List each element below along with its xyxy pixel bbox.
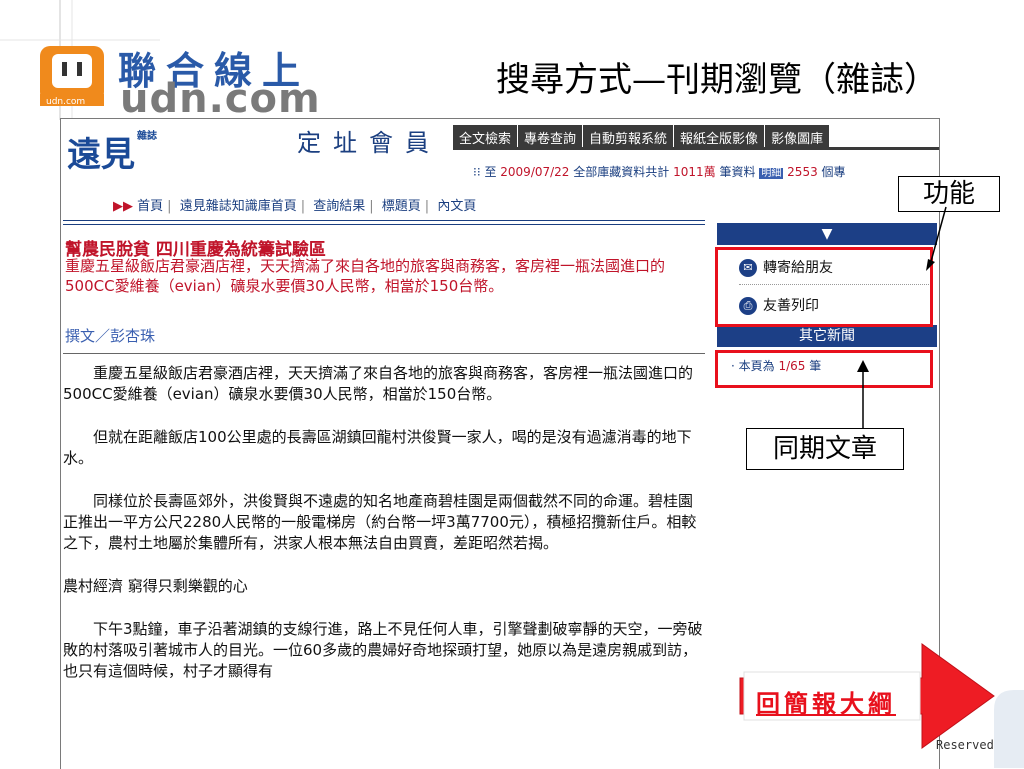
info-suffix: 個專 [821, 165, 846, 179]
breadcrumb-sep: | [369, 199, 374, 214]
callout-arrow-icon [926, 206, 947, 271]
divider [63, 220, 705, 225]
function-highlight-box [715, 247, 933, 327]
breadcrumb: ▶▶ 首頁 | 遠見雜誌知識庫首頁 | 查詢結果 | 標題頁 | 內文頁 [113, 195, 476, 214]
article-paragraph: 但就在距離飯店100公里處的長壽區湖鎮回龍村洪俊賢一家人，喝的是沒有過濾消毒的地… [63, 428, 692, 467]
other-news-header: 其它新聞 [717, 325, 937, 347]
info-date: 2009/07/22 [500, 165, 570, 179]
udn-plug-icon: udn.com [40, 46, 104, 107]
logo-name-en: udn.com [120, 76, 321, 122]
info-prefix: ⁝⁝ 至 [473, 165, 497, 179]
breadcrumb-title-page[interactable]: 標題頁 [382, 199, 421, 214]
nav-underline [453, 147, 939, 150]
logo-badge-text: udn.com [46, 97, 85, 107]
breadcrumb-sep: | [167, 199, 172, 214]
divider [63, 353, 705, 354]
slide-title: 搜尋方式—刊期瀏覽（雜誌） [496, 60, 938, 100]
background-decoration [994, 690, 1024, 768]
info-count2: 2553 [787, 165, 818, 179]
site-logo-text: 遠見 [67, 135, 135, 175]
article-paragraph: 同樣位於長壽區郊外，洪俊賢與不遠處的知名地產商碧桂園是兩個截然不同的命運。碧桂園… [63, 492, 697, 552]
member-label: 定址會員 [297, 129, 441, 157]
udn-logo: udn.com 聯合線上 udn.com [38, 38, 320, 122]
site-logo-small: 雜誌 [137, 131, 157, 142]
article-paragraph: 重慶五星級飯店君豪酒店裡，天天擠滿了來自各地的旅客與商務客，客房裡一瓶法國進口的… [63, 364, 694, 403]
article-subheading: 農村經濟 窮得只剩樂觀的心 [63, 577, 248, 595]
sidebar-toggle[interactable]: ▼ [717, 223, 937, 245]
callout-arrow-icon [857, 360, 869, 428]
article-lead: 重慶五星級飯店君豪酒店裡，天天擠滿了來自各地的旅客與商務客，客房裡一瓶法國進口的… [65, 257, 666, 295]
breadcrumb-sep: | [424, 199, 430, 214]
info-count1: 1011萬 [673, 165, 716, 179]
breadcrumb-sep: | [300, 199, 306, 214]
site-logo[interactable]: 遠見 雜誌 [67, 127, 157, 176]
callout-same-issue: 同期文章 [746, 428, 904, 470]
info-mid: 全部庫藏資料共計 [573, 165, 670, 179]
breadcrumb-content-page: 內文頁 [437, 199, 477, 214]
article-author: 撰文／彭杏珠 [65, 327, 156, 345]
article-body: 重慶五星級飯店君豪酒店裡，天天擠滿了來自各地的旅客與商務客，客房裡一瓶法國進口的… [63, 363, 705, 704]
info-mid2: 筆資料 [719, 165, 756, 179]
same-issue-highlight-box [715, 350, 933, 388]
back-to-outline-button[interactable]: 回簡報大綱 [756, 684, 896, 719]
breadcrumb-arrow-icon: ▶▶ [113, 199, 133, 214]
breadcrumb-kb-home[interactable]: 遠見雜誌知識庫首頁 [180, 199, 297, 214]
archive-info: ⁝⁝ 至 2009/07/22 全部庫藏資料共計 1011萬 筆資料 明細 25… [473, 163, 846, 180]
breadcrumb-home[interactable]: 首頁 [137, 199, 163, 214]
info-detail-badge[interactable]: 明細 [759, 168, 784, 179]
breadcrumb-results[interactable]: 查詢結果 [313, 199, 365, 214]
article-paragraph: 下午3點鐘，車子沿著湖鎮的支線行進，路上不見任何人車，引擎聲劃破寧靜的天空，一旁… [63, 620, 703, 680]
